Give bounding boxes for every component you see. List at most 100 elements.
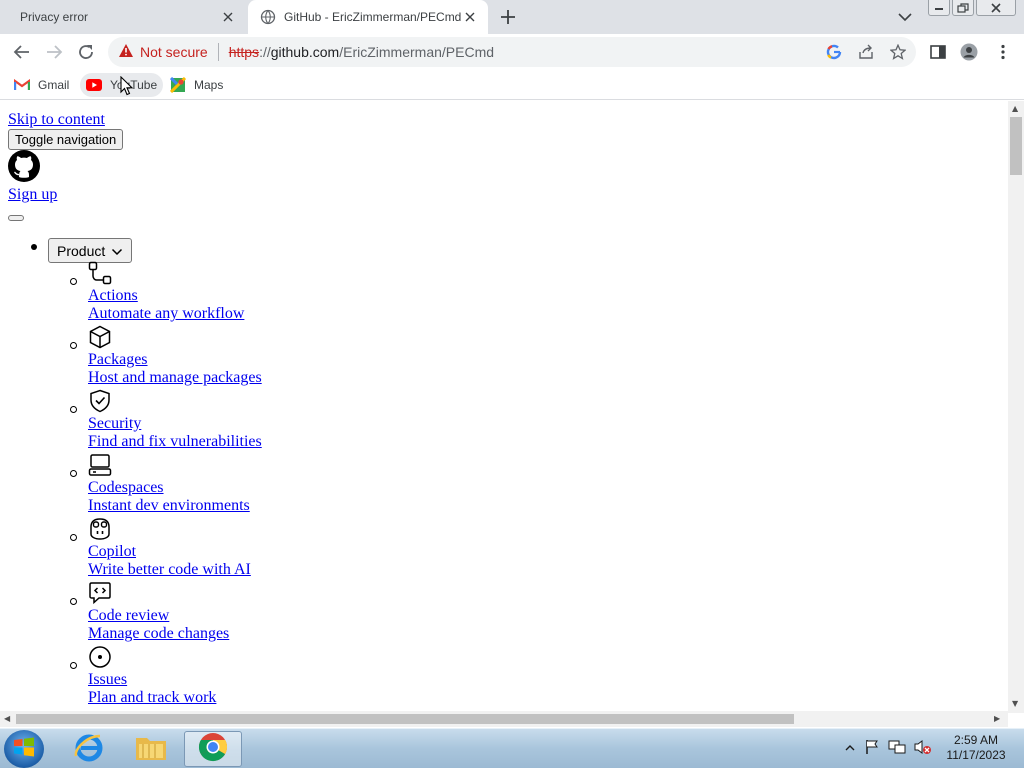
forward-button[interactable] bbox=[44, 42, 64, 62]
shield-check-icon bbox=[88, 389, 112, 413]
reload-button[interactable] bbox=[76, 42, 96, 62]
scroll-left-arrow-icon[interactable]: ◀ bbox=[4, 714, 10, 723]
scroll-right-arrow-icon[interactable]: ▶ bbox=[994, 714, 1000, 723]
system-tray bbox=[844, 729, 932, 769]
package-icon bbox=[88, 325, 112, 349]
url-path: /EricZimmerman/PECmd bbox=[339, 44, 495, 60]
product-item-title[interactable]: Actions bbox=[88, 287, 138, 305]
mouse-cursor-icon bbox=[120, 75, 134, 96]
more-menu-icon[interactable] bbox=[994, 43, 1012, 61]
action-center-flag-icon[interactable] bbox=[864, 739, 880, 760]
browser-toolbar: Not secure https://github.com/EricZimmer… bbox=[0, 34, 1024, 70]
address-bar[interactable]: Not secure https://github.com/EricZimmer… bbox=[108, 37, 916, 67]
back-button[interactable] bbox=[12, 42, 32, 62]
product-item-description[interactable]: Host and manage packages bbox=[88, 369, 262, 387]
volume-muted-icon[interactable] bbox=[914, 739, 932, 760]
scroll-down-arrow-icon[interactable]: ▼ bbox=[1012, 699, 1018, 708]
product-item-title[interactable]: Codespaces bbox=[88, 479, 164, 497]
internet-explorer-icon bbox=[73, 731, 105, 768]
list-item: Codespaces Instant dev environments bbox=[70, 453, 370, 517]
product-menu-button[interactable]: Product bbox=[48, 238, 133, 263]
list-bullet bbox=[70, 534, 77, 541]
product-item-description[interactable]: Plan and track work bbox=[88, 689, 216, 707]
product-item-title[interactable]: Security bbox=[88, 415, 141, 433]
list-item: Packages Host and manage packages bbox=[70, 325, 370, 389]
window-controls bbox=[928, 0, 1018, 16]
collapsed-menu-button[interactable] bbox=[8, 215, 24, 221]
start-button[interactable] bbox=[4, 730, 44, 768]
taskbar-internet-explorer[interactable] bbox=[60, 731, 118, 767]
product-item-description[interactable]: Write better code with AI bbox=[88, 561, 251, 579]
list-item: Copilot Write better code with AI bbox=[70, 517, 370, 581]
window-close-button[interactable] bbox=[976, 0, 1016, 16]
taskbar-chrome[interactable] bbox=[184, 731, 242, 767]
show-hidden-icons-icon[interactable] bbox=[844, 740, 856, 758]
horizontal-scroll-thumb[interactable] bbox=[16, 714, 794, 724]
list-item: Actions Automate any workflow bbox=[70, 261, 370, 325]
issue-icon bbox=[88, 645, 112, 669]
product-button-label: Product bbox=[57, 242, 106, 259]
url-text: https://github.com/EricZimmerman/PECmd bbox=[229, 44, 494, 60]
list-bullet bbox=[70, 598, 77, 605]
taskbar-clock[interactable]: 2:59 AM 11/17/2023 bbox=[936, 733, 1016, 763]
clock-time: 2:59 AM bbox=[953, 733, 999, 747]
chrome-icon bbox=[197, 731, 229, 768]
tab-privacy-error[interactable]: Privacy error bbox=[0, 0, 246, 34]
close-icon[interactable] bbox=[220, 9, 236, 25]
url-host: github.com bbox=[270, 44, 340, 60]
share-icon[interactable] bbox=[858, 44, 874, 60]
restore-button[interactable] bbox=[952, 0, 974, 16]
vertical-scroll-thumb[interactable] bbox=[1010, 117, 1022, 175]
maps-icon bbox=[170, 77, 186, 93]
tab-strip: Privacy error GitHub - EricZimmerman/PEC… bbox=[0, 0, 1024, 34]
taskbar-file-explorer[interactable] bbox=[122, 731, 180, 767]
gmail-icon bbox=[14, 77, 30, 93]
list-bullet bbox=[70, 406, 77, 413]
close-icon[interactable] bbox=[462, 9, 478, 25]
windows-taskbar: 2:59 AM 11/17/2023 bbox=[0, 728, 1024, 768]
chevron-down-icon bbox=[111, 243, 123, 259]
url-separator: :// bbox=[259, 44, 271, 60]
new-tab-button[interactable] bbox=[498, 7, 518, 27]
list-bullet bbox=[70, 470, 77, 477]
bookmark-label: Gmail bbox=[38, 78, 70, 92]
toggle-navigation-button[interactable]: Toggle navigation bbox=[8, 129, 124, 150]
not-secure-label: Not secure bbox=[140, 44, 208, 60]
product-item-description[interactable]: Find and fix vulnerabilities bbox=[88, 433, 262, 451]
product-item-title[interactable]: Issues bbox=[88, 671, 127, 689]
bookmark-gmail[interactable]: Gmail bbox=[8, 73, 75, 97]
vertical-scrollbar[interactable]: ▲ ▼ bbox=[1008, 101, 1024, 713]
tab-title: Privacy error bbox=[20, 10, 89, 24]
scroll-up-arrow-icon[interactable]: ▲ bbox=[1012, 104, 1018, 113]
horizontal-scrollbar[interactable]: ◀ ▶ bbox=[0, 711, 1008, 727]
list-bullet bbox=[70, 278, 77, 285]
github-logo-icon[interactable] bbox=[8, 150, 40, 182]
workflow-icon bbox=[88, 261, 112, 285]
product-item-description[interactable]: Instant dev environments bbox=[88, 497, 250, 515]
profile-avatar-icon[interactable] bbox=[960, 43, 978, 61]
product-item-description[interactable]: Automate any workflow bbox=[88, 305, 244, 323]
product-item-title[interactable]: Code review bbox=[88, 607, 169, 625]
windows-logo-icon bbox=[13, 736, 35, 763]
tab-github[interactable]: GitHub - EricZimmerman/PECmd bbox=[248, 0, 488, 34]
bookmark-maps[interactable]: Maps bbox=[164, 73, 229, 97]
tab-title: GitHub - EricZimmerman/PECmd bbox=[284, 10, 462, 24]
side-panel-icon[interactable] bbox=[929, 43, 947, 61]
not-secure-indicator[interactable]: Not secure bbox=[118, 43, 208, 61]
bookmark-star-icon[interactable] bbox=[889, 43, 907, 60]
url-scheme: https bbox=[228, 44, 260, 60]
list-item: Code review Manage code changes bbox=[70, 581, 370, 645]
tab-search-chevron-icon[interactable] bbox=[896, 9, 914, 25]
list-item: Issues Plan and track work bbox=[70, 645, 370, 709]
network-icon[interactable] bbox=[888, 739, 906, 760]
youtube-icon bbox=[86, 77, 102, 93]
list-bullet bbox=[70, 662, 77, 669]
product-item-description[interactable]: Manage code changes bbox=[88, 625, 229, 643]
product-item-title[interactable]: Copilot bbox=[88, 543, 136, 561]
clock-date: 11/17/2023 bbox=[946, 748, 1006, 762]
skip-to-content-link[interactable]: Skip to content bbox=[8, 111, 105, 129]
google-translate-icon[interactable] bbox=[826, 44, 842, 60]
minimize-button[interactable] bbox=[928, 0, 950, 16]
sign-up-link[interactable]: Sign up bbox=[8, 186, 57, 204]
product-item-title[interactable]: Packages bbox=[88, 351, 148, 369]
